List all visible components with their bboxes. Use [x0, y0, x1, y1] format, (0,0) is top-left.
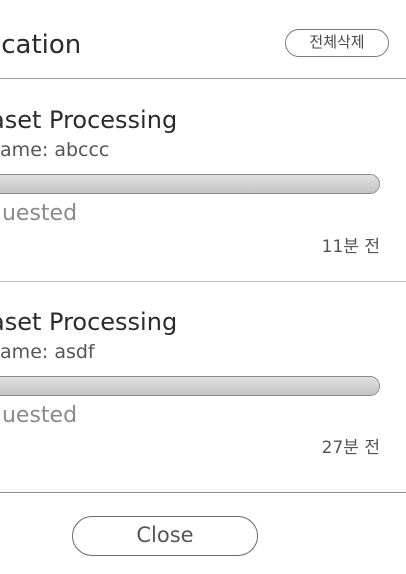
panel-header: ication 전체삭제	[0, 0, 406, 79]
notification-title: aset Processing	[0, 106, 178, 134]
notification-title: aset Processing	[0, 308, 178, 336]
notification-subtitle: name: abccc	[0, 139, 110, 161]
close-button[interactable]: Close	[72, 516, 258, 556]
notification-time: 27분 전	[321, 438, 380, 458]
notification-progress-bar	[0, 174, 380, 194]
notification-time: 11분 전	[321, 237, 380, 257]
delete-all-button[interactable]: 전체삭제	[285, 29, 389, 57]
notification-progress-fill	[0, 377, 379, 395]
panel-footer: Close	[0, 492, 406, 574]
notification-status: quested	[0, 403, 78, 428]
notification-item: aset Processing name: asdf quested 27분 전	[0, 281, 406, 483]
notification-progress-fill	[0, 175, 379, 193]
panel-title: ication	[0, 30, 82, 60]
notification-status: quested	[0, 201, 78, 226]
notification-subtitle: name: asdf	[0, 341, 95, 363]
notification-item: aset Processing name: abccc quested 11분 …	[0, 79, 406, 281]
notification-panel: ication 전체삭제 aset Processing name: abccc…	[0, 0, 406, 574]
notification-progress-bar	[0, 376, 380, 396]
